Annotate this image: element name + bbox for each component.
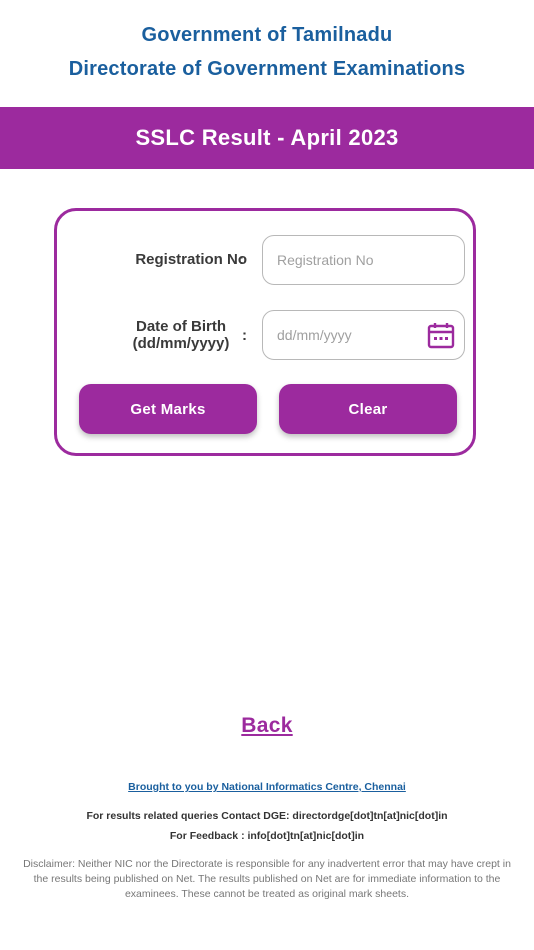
registration-colon: : [239,251,244,268]
page-title: SSLC Result - April 2023 [135,125,399,150]
dob-label-line1: Date of Birth [136,318,226,335]
nic-credit-link[interactable]: Brought to you by National Informatics C… [0,781,534,793]
get-marks-button[interactable]: Get Marks [79,384,257,434]
header-government: Government of Tamilnadu [141,24,393,46]
clear-button[interactable]: Clear [279,384,457,434]
feedback-text: For Feedback : info[dot]tn[at]nic[dot]in [169,830,365,842]
dob-label-line2: (dd/mm/yyyy) [132,335,230,352]
registration-label: Registration No [135,251,247,268]
registration-input[interactable] [262,235,465,285]
header-directorate: Directorate of Government Examinations [68,58,466,80]
contact-text: For results related queries Contact DGE:… [86,810,448,822]
dob-colon: : [242,327,247,344]
disclaimer-text: Disclaimer: Neither NIC nor the Director… [23,858,511,900]
result-banner: SSLC Result - April 2023 [0,107,534,169]
calendar-icon[interactable] [427,322,455,350]
result-form-card: Registration No : Date of Birth (dd/mm/y… [54,208,476,456]
back-link[interactable]: Back [0,714,534,738]
dob-label: Date of Birth (dd/mm/yyyy) [121,318,241,352]
